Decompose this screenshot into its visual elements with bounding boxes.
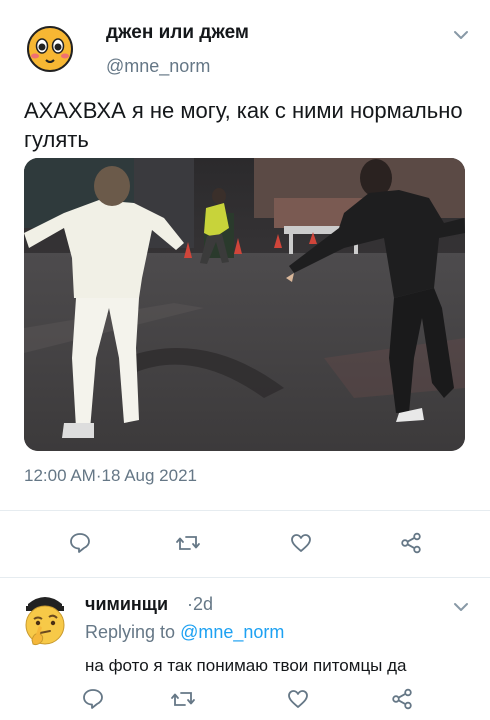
chevron-down-icon[interactable] [452, 598, 470, 616]
replying-label: Replying to [85, 622, 176, 642]
retweet-icon [176, 536, 200, 550]
retweet-button[interactable] [175, 530, 201, 556]
author-handle[interactable]: @mne_norm [106, 56, 210, 77]
share-icon [401, 532, 421, 554]
divider [0, 577, 490, 578]
thinking-face-emoji-icon [25, 597, 65, 646]
photo-people-walking-street [24, 158, 465, 451]
like-icon [291, 534, 311, 552]
smiling-face-emoji-icon [25, 23, 75, 73]
retweet-icon [171, 692, 195, 706]
author-name[interactable]: джен или джем [106, 22, 249, 44]
reply-author-name[interactable]: чиминщи [85, 594, 168, 615]
like-icon [288, 690, 308, 708]
author-avatar[interactable] [24, 22, 76, 74]
reply-button[interactable] [67, 530, 93, 556]
share-button[interactable] [398, 530, 424, 556]
timestamp-date: 18 Aug 2021 [101, 466, 197, 485]
reply-time[interactable]: ·2d [187, 594, 213, 615]
retweet-button[interactable] [170, 686, 196, 712]
replying-to: Replying to @mne_norm [85, 622, 284, 643]
reply-text: на фото я так понимаю твои питомцы да [85, 656, 407, 675]
timestamp-time: 12:00 AM [24, 466, 96, 485]
tweet-timestamp[interactable]: 12:00 AM·18 Aug 2021 [24, 466, 197, 486]
like-button[interactable] [285, 686, 311, 712]
reply-icon [83, 689, 103, 709]
reply-icon [70, 533, 90, 553]
tweet-text: АХАХВХА я не могу, как с ними нормально … [24, 98, 463, 152]
tweet-media-photo[interactable] [24, 158, 465, 451]
share-icon [392, 688, 412, 710]
chevron-down-icon[interactable] [452, 26, 470, 44]
like-button[interactable] [288, 530, 314, 556]
share-button[interactable] [389, 686, 415, 712]
divider [0, 510, 490, 511]
reply-author-avatar[interactable] [20, 592, 70, 648]
replying-mention-link[interactable]: @mne_norm [180, 622, 284, 642]
reply-button[interactable] [80, 686, 106, 712]
